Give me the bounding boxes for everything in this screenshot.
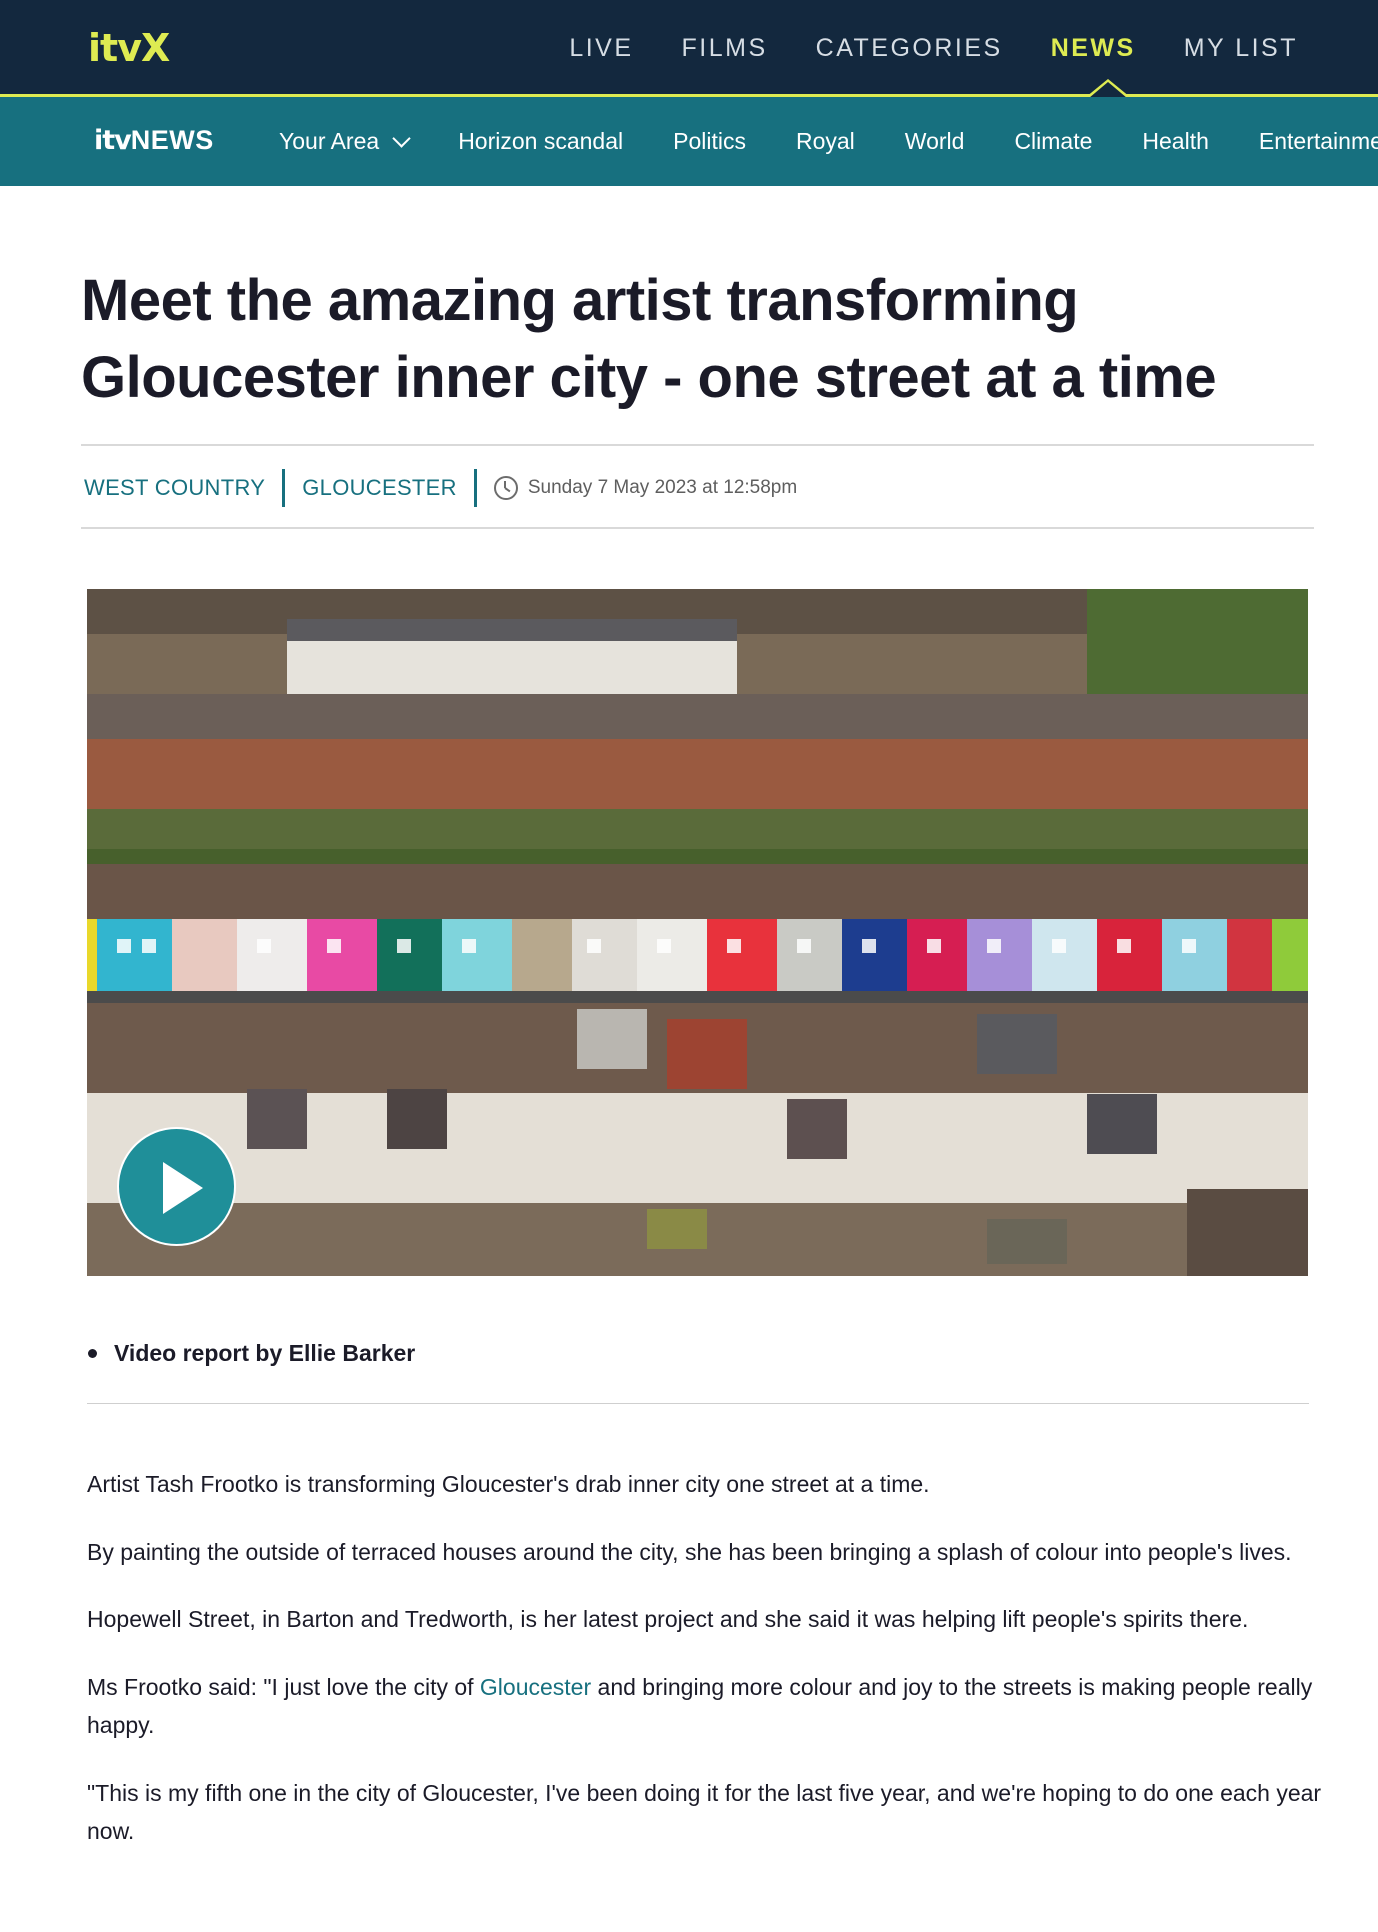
- aerial-street-image: [87, 589, 1308, 1276]
- news-nav-health[interactable]: Health: [1142, 124, 1208, 158]
- paragraph: By painting the outside of terraced hous…: [87, 1538, 1292, 1565]
- news-nav-your-area-label: Your Area: [279, 128, 380, 154]
- divider: [81, 527, 1314, 529]
- top-nav: LIVE FILMS CATEGORIES NEWS MY LIST: [569, 30, 1298, 66]
- paragraph: Artist Tash Frootko is transforming Glou…: [87, 1471, 930, 1497]
- news-nav-horizon-scandal[interactable]: Horizon scandal: [458, 124, 623, 158]
- video-player[interactable]: [87, 589, 1308, 1276]
- paragraph: Hopewell Street, in Barton and Tredworth…: [87, 1606, 1249, 1632]
- tag-west-country[interactable]: WEST COUNTRY: [84, 475, 265, 501]
- itv-news-logo[interactable]: itvNEWS: [94, 123, 214, 158]
- itvx-logo[interactable]: itvX: [88, 28, 170, 68]
- nav-categories[interactable]: CATEGORIES: [816, 30, 1003, 66]
- paragraph-quote: Ms Frootko said: "I just love the city o…: [87, 1668, 1322, 1745]
- divider: [87, 1403, 1309, 1404]
- tag-separator: [282, 469, 286, 507]
- bullet-icon: [88, 1349, 97, 1358]
- gloucester-link[interactable]: Gloucester: [480, 1674, 591, 1700]
- publish-date: Sunday 7 May 2023 at 12:58pm: [527, 477, 798, 498]
- news-nav-entertainment[interactable]: Entertainment: [1259, 124, 1378, 158]
- news-nav: Your Area Horizon scandal Politics Royal…: [279, 124, 1378, 158]
- divider: [81, 444, 1314, 446]
- news-nav-climate[interactable]: Climate: [1014, 124, 1092, 158]
- news-nav-world[interactable]: World: [905, 124, 965, 158]
- video-caption: Video report by Ellie Barker: [88, 1340, 415, 1367]
- play-icon[interactable]: [117, 1127, 236, 1246]
- active-nav-indicator: [1086, 79, 1130, 98]
- top-navigation-bar: itvX LIVE FILMS CATEGORIES NEWS MY LIST: [0, 0, 1378, 97]
- article-headline: Meet the amazing artist transforming Glo…: [81, 268, 1217, 410]
- itv-news-logo-news: NEWS: [130, 125, 214, 155]
- colourful-houses: [87, 919, 1308, 991]
- news-nav-royal[interactable]: Royal: [796, 124, 855, 158]
- quote-prefix: Ms Frootko said: "I just love the city o…: [87, 1673, 480, 1700]
- tag-gloucester[interactable]: GLOUCESTER: [302, 475, 457, 501]
- chevron-down-icon: [392, 128, 411, 148]
- article-body: Artist Tash Frootko is transforming Glou…: [87, 1465, 1322, 1880]
- clock-icon: [493, 476, 518, 500]
- paragraph: "This is my fifth one in the city of Glo…: [87, 1779, 1322, 1845]
- nav-live[interactable]: LIVE: [569, 30, 633, 66]
- news-nav-politics[interactable]: Politics: [673, 124, 746, 158]
- news-nav-your-area[interactable]: Your Area: [279, 124, 411, 158]
- news-section-bar: itvNEWS Your Area Horizon scandal Politi…: [0, 97, 1378, 186]
- nav-films[interactable]: FILMS: [682, 30, 768, 66]
- caption-text: Video report by Ellie Barker: [114, 1340, 416, 1366]
- article-meta: WEST COUNTRY GLOUCESTER Sunday 7 May 202…: [84, 468, 797, 508]
- tag-separator: [473, 469, 477, 507]
- nav-news[interactable]: NEWS: [1051, 30, 1136, 66]
- nav-my-list[interactable]: MY LIST: [1184, 30, 1298, 66]
- itv-news-logo-itv: itv: [94, 125, 132, 156]
